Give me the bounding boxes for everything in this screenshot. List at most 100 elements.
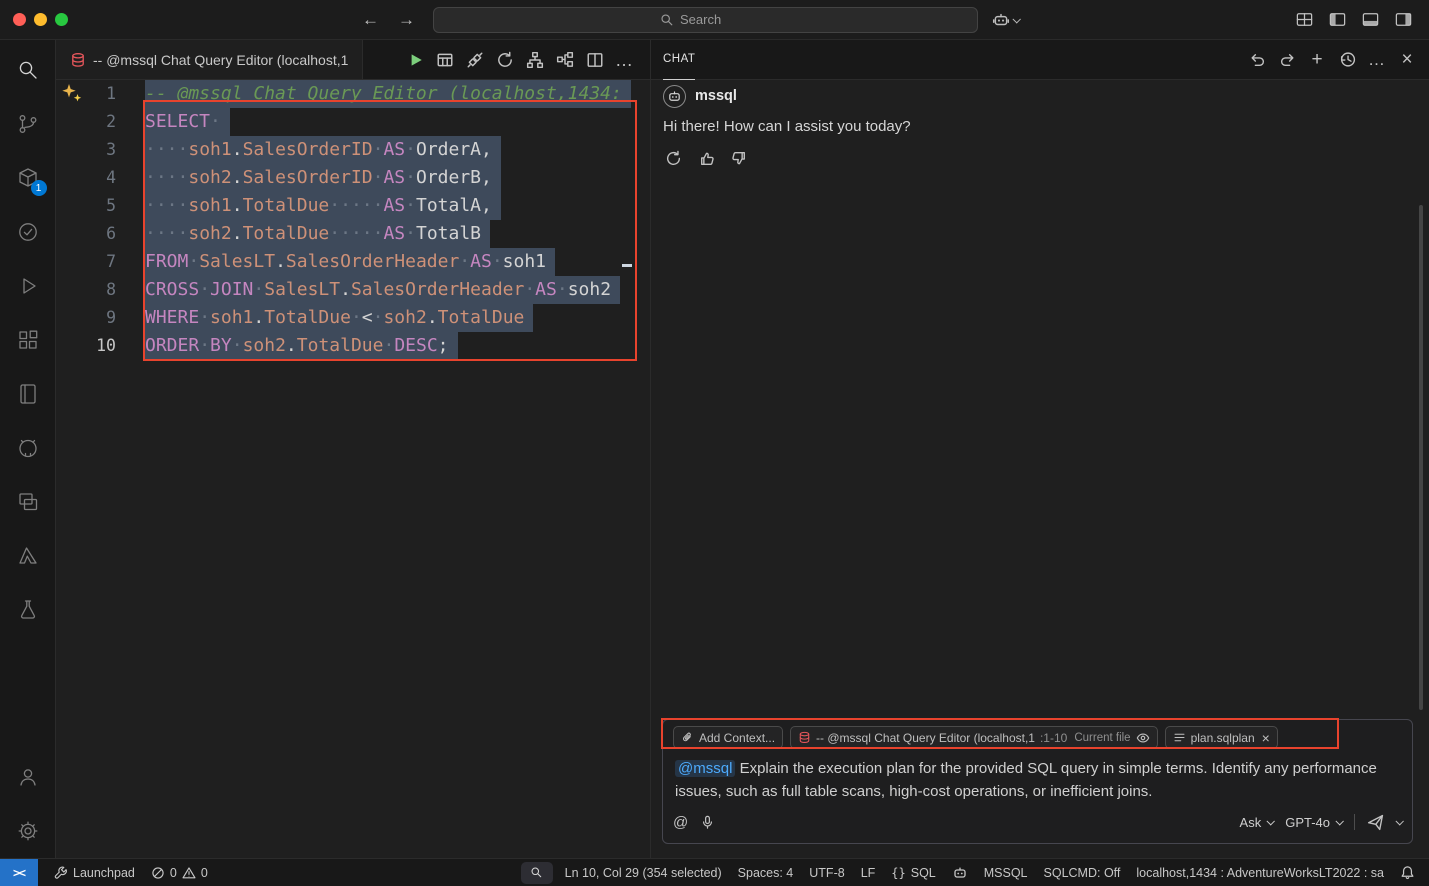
sidebar-item-run-debug[interactable]: [0, 259, 56, 313]
search-input[interactable]: [680, 12, 750, 27]
tab-chat[interactable]: CHAT: [663, 40, 695, 80]
mssql-status[interactable]: MSSQL: [976, 866, 1036, 880]
thumbs-down-icon[interactable]: [729, 148, 749, 168]
sidebar-item-remote-explorer[interactable]: [0, 475, 56, 529]
cursor-position[interactable]: Ln 10, Col 29 (354 selected): [557, 866, 730, 880]
toggle-primary-sidebar-button[interactable]: [1328, 10, 1347, 29]
copilot-menu-button[interactable]: [992, 11, 1019, 29]
sqlcmd-status[interactable]: SQLCMD: Off: [1036, 866, 1129, 880]
code-line[interactable]: 8CROSS·JOIN·SalesLT.SalesOrderHeader·AS·…: [56, 276, 650, 304]
sidebar-item-packages[interactable]: 1: [0, 151, 56, 205]
code-line[interactable]: 10ORDER·BY·soh2.TotalDue·DESC;: [56, 332, 650, 360]
thumbs-up-icon[interactable]: [696, 148, 716, 168]
line-number[interactable]: 10: [56, 332, 145, 360]
eye-icon[interactable]: [1136, 731, 1150, 745]
disconnect-button[interactable]: [461, 46, 488, 73]
eol-indicator[interactable]: LF: [853, 866, 884, 880]
redo-edit-button[interactable]: [1275, 48, 1299, 72]
sidebar-item-search[interactable]: [0, 43, 56, 97]
launchpad-button[interactable]: Launchpad: [46, 866, 143, 880]
sidebar-item-azure[interactable]: [0, 529, 56, 583]
regenerate-icon[interactable]: [663, 148, 683, 168]
close-chat-button[interactable]: ×: [1395, 48, 1419, 72]
remove-context-icon[interactable]: ×: [1262, 730, 1270, 746]
accounts-button[interactable]: [0, 750, 56, 804]
code-token: TotalDue: [264, 307, 351, 328]
chat-history-button[interactable]: [1335, 48, 1359, 72]
remote-indicator[interactable]: ><: [0, 859, 38, 886]
run-debug-icon: [16, 274, 40, 298]
line-number[interactable]: 7: [56, 248, 145, 276]
code-editor[interactable]: 1-- @mssql Chat Query Editor (localhost,…: [56, 80, 650, 858]
sidebar-item-source-control[interactable]: [0, 97, 56, 151]
scrollbar-thumb[interactable]: [1419, 205, 1423, 710]
sidebar-item-github[interactable]: [0, 421, 56, 475]
minimize-window-button[interactable]: [34, 13, 47, 26]
sidebar-item-sql-projects[interactable]: [0, 583, 56, 637]
problems-button[interactable]: 0 0: [143, 866, 216, 880]
sidebar-item-notebooks[interactable]: [0, 367, 56, 421]
send-button[interactable]: [1367, 814, 1384, 831]
indentation[interactable]: Spaces: 4: [730, 866, 802, 880]
forward-button[interactable]: →: [395, 8, 419, 32]
run-query-button[interactable]: [401, 46, 428, 73]
code-line[interactable]: 7FROM·SalesLT.SalesOrderHeader·AS·soh1: [56, 248, 650, 276]
check-circle-icon: [16, 220, 40, 244]
code-line[interactable]: 6····soh2.TotalDue·····AS·TotalB: [56, 220, 650, 248]
line-number[interactable]: 8: [56, 276, 145, 304]
mic-button[interactable]: [700, 815, 715, 830]
split-editor-button[interactable]: [581, 46, 608, 73]
language-mode[interactable]: {}SQL: [883, 866, 943, 880]
copilot-status-button[interactable]: [944, 865, 976, 881]
line-number[interactable]: 5: [56, 192, 145, 220]
send-options-icon[interactable]: [1395, 817, 1403, 825]
context-chip-sqlplan[interactable]: plan.sqlplan ×: [1165, 726, 1278, 749]
back-button[interactable]: ←: [359, 8, 383, 32]
line-number[interactable]: 3: [56, 136, 145, 164]
global-search[interactable]: [433, 7, 978, 33]
settings-button[interactable]: [0, 804, 56, 858]
query-plan-button[interactable]: [551, 46, 578, 73]
zoom-indicator[interactable]: [521, 862, 553, 884]
zoom-window-button[interactable]: [55, 13, 68, 26]
change-connection-button[interactable]: [491, 46, 518, 73]
code-line[interactable]: 9WHERE·soh1.TotalDue·<·soh2.TotalDue: [56, 304, 650, 332]
sidebar-item-extensions[interactable]: [0, 313, 56, 367]
add-context-button[interactable]: Add Context...: [673, 726, 783, 749]
more-chat-actions-button[interactable]: …: [1365, 48, 1389, 72]
line-number[interactable]: 2: [56, 108, 145, 136]
code-line[interactable]: 5····soh1.TotalDue·····AS·TotalA,: [56, 192, 650, 220]
code-token: .: [232, 195, 243, 216]
toggle-secondary-sidebar-button[interactable]: [1394, 10, 1413, 29]
more-actions-button[interactable]: …: [611, 46, 638, 73]
encoding[interactable]: UTF-8: [801, 866, 852, 880]
code-token: TotalDue: [243, 195, 330, 216]
code-token: TotalDue: [438, 307, 525, 328]
schema-hierarchy-button[interactable]: [521, 46, 548, 73]
code-line[interactable]: 2SELECT·: [56, 108, 650, 136]
ask-mode-dropdown[interactable]: Ask: [1240, 815, 1274, 830]
new-chat-button[interactable]: +: [1305, 48, 1329, 72]
code-line[interactable]: 1-- @mssql Chat Query Editor (localhost,…: [56, 80, 650, 108]
line-number[interactable]: 9: [56, 304, 145, 332]
code-line[interactable]: 3····soh1.SalesOrderID·AS·OrderA,: [56, 136, 650, 164]
notifications-bell[interactable]: [1392, 865, 1423, 880]
line-number[interactable]: 6: [56, 220, 145, 248]
close-window-button[interactable]: [13, 13, 26, 26]
mention-token[interactable]: @mssql: [675, 760, 735, 777]
copilot-sparkle-icon[interactable]: [61, 83, 83, 103]
toggle-panel-button[interactable]: [1361, 10, 1380, 29]
sidebar-item-testing[interactable]: [0, 205, 56, 259]
chat-input[interactable]: @mssql Explain the execution plan for th…: [675, 757, 1400, 803]
results-grid-button[interactable]: [431, 46, 458, 73]
connection-status[interactable]: localhost,1434 : AdventureWorksLT2022 : …: [1128, 866, 1392, 880]
context-chip-current-file[interactable]: -- @mssql Chat Query Editor (localhost,1…: [790, 726, 1158, 749]
code-token: soh1: [188, 195, 231, 216]
code-line[interactable]: 4····soh2.SalesOrderID·AS·OrderB,: [56, 164, 650, 192]
line-number[interactable]: 4: [56, 164, 145, 192]
mention-button[interactable]: @: [673, 814, 688, 831]
model-dropdown[interactable]: GPT-4o: [1285, 815, 1342, 830]
customize-layout-button[interactable]: [1295, 10, 1314, 29]
tab-query-editor[interactable]: -- @mssql Chat Query Editor (localhost,1: [56, 40, 363, 79]
undo-edit-button[interactable]: [1245, 48, 1269, 72]
